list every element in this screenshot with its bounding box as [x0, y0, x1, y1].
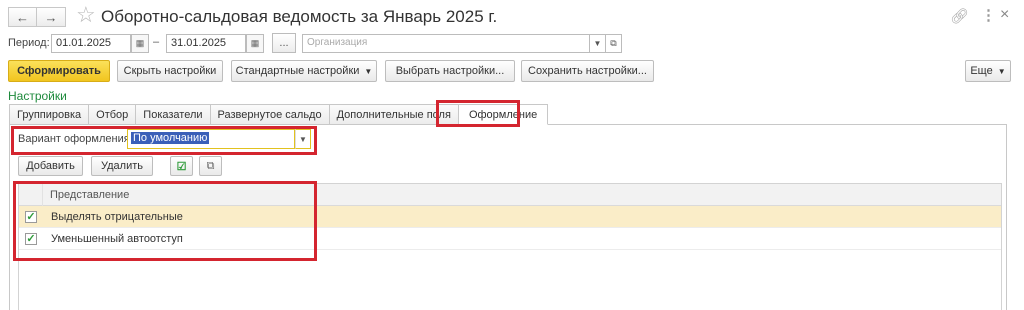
period-label: Период: — [8, 37, 50, 49]
add-button[interactable]: Добавить — [18, 156, 83, 176]
settings-label: Настройки — [8, 89, 67, 103]
tab-filter[interactable]: Отбор — [88, 104, 136, 125]
more-vertical-icon[interactable]: ⋮ — [981, 6, 996, 24]
chevron-down-icon[interactable]: ▼ — [590, 34, 606, 53]
navigation-buttons: ← → — [8, 7, 66, 27]
close-icon[interactable]: × — [1000, 6, 1009, 24]
annotation-frame-tab — [436, 100, 520, 127]
standard-settings-label: Стандартные настройки — [235, 65, 360, 77]
check-all-button[interactable]: ☑ — [170, 156, 193, 176]
open-icon[interactable]: ⧉ — [606, 34, 622, 53]
arrow-left-icon[interactable]: ← — [8, 7, 37, 27]
link-icon[interactable]: 🔗︎ — [950, 7, 969, 25]
period-select-button[interactable]: ... — [272, 33, 296, 53]
tab-grouping[interactable]: Группировка — [9, 104, 89, 125]
calendar-icon[interactable]: ▦ — [246, 34, 264, 53]
period-from-input[interactable]: 01.01.2025 — [51, 34, 131, 53]
calendar-icon[interactable]: ▦ — [131, 34, 149, 53]
page-title: Оборотно-сальдовая ведомость за Январь 2… — [101, 7, 498, 26]
chevron-down-icon: ▼ — [997, 66, 1006, 76]
annotation-frame-options — [13, 181, 317, 261]
chevron-down-icon: ▼ — [364, 66, 373, 76]
generate-button[interactable]: Сформировать — [8, 60, 110, 82]
period-separator: – — [153, 36, 160, 48]
copy-icon: ⧉ — [206, 159, 215, 172]
copy-button[interactable]: ⧉ — [199, 156, 222, 176]
more-button[interactable]: Еще ▼ — [965, 60, 1011, 82]
organization-input[interactable]: Организация — [302, 34, 590, 53]
annotation-frame-variant — [11, 126, 317, 155]
delete-button[interactable]: Удалить — [91, 156, 153, 176]
standard-settings-button[interactable]: Стандартные настройки ▼ — [231, 60, 377, 82]
tab-detailed-balance[interactable]: Развернутое сальдо — [209, 104, 329, 125]
tab-indicators[interactable]: Показатели — [135, 104, 210, 125]
more-label: Еще — [970, 65, 993, 77]
hide-settings-button[interactable]: Скрыть настройки — [117, 60, 223, 82]
check-all-icon: ☑ — [176, 160, 187, 173]
period-to-input[interactable]: 31.01.2025 — [166, 34, 246, 53]
arrow-right-icon[interactable]: → — [37, 7, 66, 27]
save-settings-button[interactable]: Сохранить настройки... — [521, 60, 654, 82]
star-icon[interactable]: ☆ — [76, 3, 96, 27]
choose-settings-button[interactable]: Выбрать настройки... — [385, 60, 515, 82]
